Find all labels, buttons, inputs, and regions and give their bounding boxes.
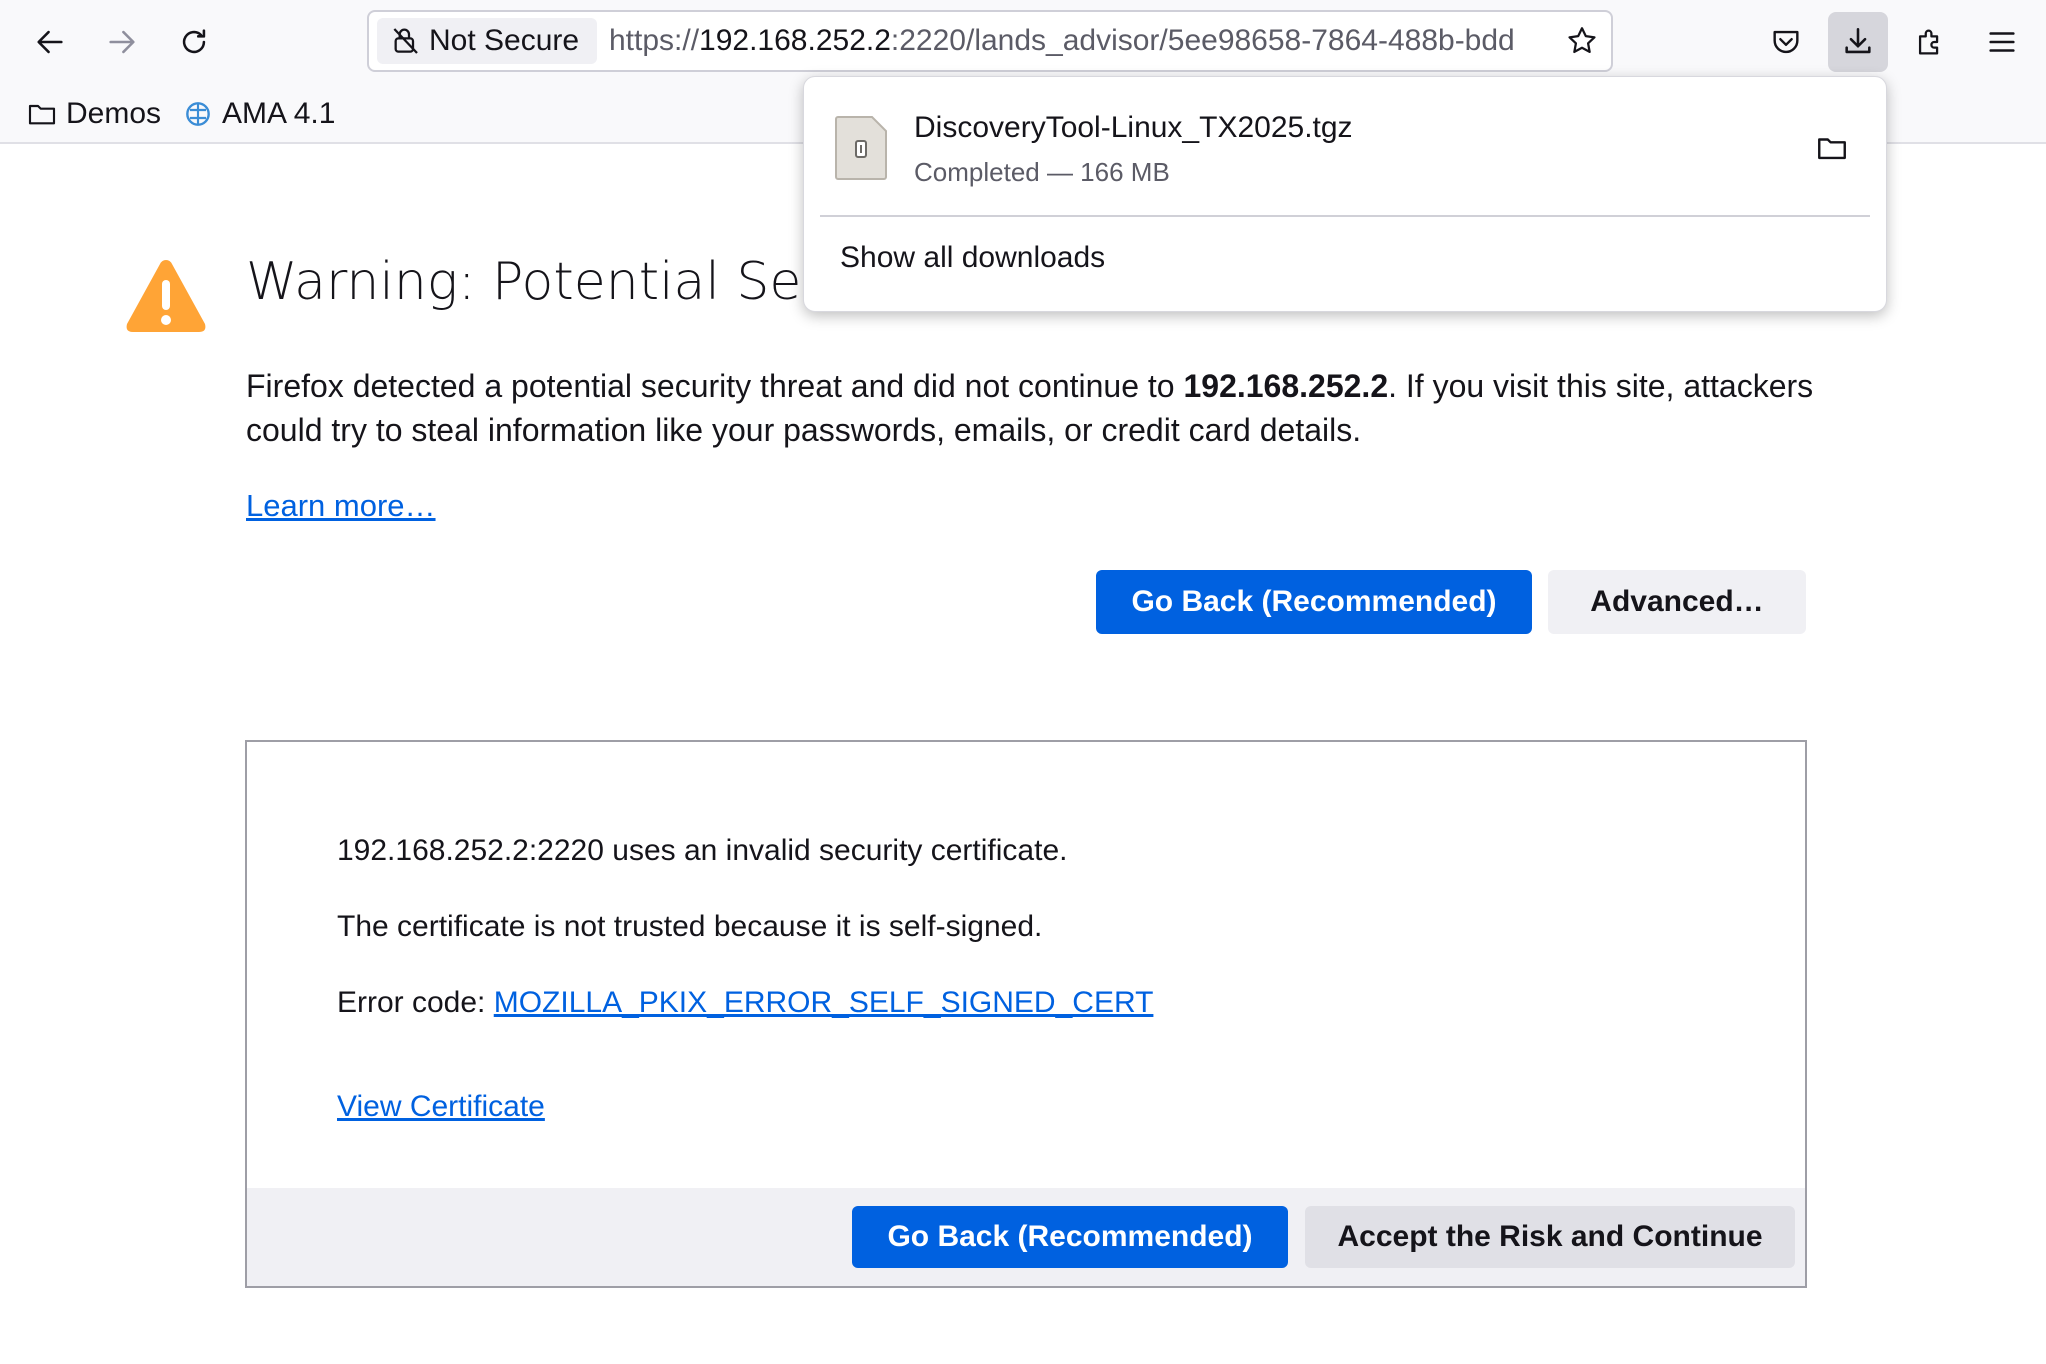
self-signed-text: The certificate is not trusted because i…: [337, 910, 1043, 943]
back-button[interactable]: [20, 12, 80, 72]
extensions-button[interactable]: [1900, 12, 1960, 72]
insecure-lock-icon: [393, 28, 418, 54]
hamburger-menu-icon: [1989, 32, 2015, 52]
warning-icon: [126, 260, 206, 332]
site-identity-button[interactable]: Not Secure: [377, 18, 597, 64]
reload-button[interactable]: [164, 12, 224, 72]
error-code-link[interactable]: MOZILLA_PKIX_ERROR_SELF_SIGNED_CERT: [494, 986, 1154, 1019]
downloads-button[interactable]: [1828, 12, 1888, 72]
error-description: Firefox detected a potential security th…: [246, 364, 1826, 452]
url-scheme: https://: [609, 24, 700, 57]
go-back-button-secondary[interactable]: Go Back (Recommended): [852, 1206, 1288, 1268]
advanced-panel: 192.168.252.2:2220 uses an invalid secur…: [245, 740, 1807, 1288]
bookmark-label: Demos: [66, 97, 162, 130]
download-status: Completed — 166 MB: [914, 157, 1170, 187]
accept-risk-button[interactable]: Accept the Risk and Continue: [1305, 1206, 1795, 1268]
page-title: Warning: Potential Secu: [246, 252, 863, 312]
url-text[interactable]: https://192.168.252.2:2220/lands_advisor…: [609, 12, 1529, 70]
advanced-button[interactable]: Advanced…: [1548, 570, 1806, 634]
url-path: :2220/lands_advisor/5ee98658-7864-488b-b…: [890, 24, 1515, 57]
archive-file-icon: [835, 116, 887, 180]
error-code-label: Error code:: [337, 986, 494, 1019]
panel-separator: [820, 215, 1870, 217]
app-menu-button[interactable]: [1972, 12, 2032, 72]
download-file-name[interactable]: DiscoveryTool-Linux_TX2025.tgz: [914, 111, 1353, 145]
arrow-left-icon: [37, 30, 63, 54]
puzzle-icon: [1918, 29, 1939, 55]
learn-more-link[interactable]: Learn more…: [246, 488, 436, 524]
not-secure-label: Not Secure: [429, 24, 580, 57]
intro-text: Firefox detected a potential security th…: [246, 368, 1184, 404]
error-code-line: Error code: MOZILLA_PKIX_ERROR_SELF_SIGN…: [337, 986, 1153, 1020]
downloads-panel: DiscoveryTool-Linux_TX2025.tgz Completed…: [803, 76, 1887, 312]
folder-icon: [28, 104, 56, 125]
pocket-icon: [1773, 30, 1799, 54]
download-icon: [1845, 27, 1871, 54]
invalid-certificate-text: 192.168.252.2:2220 uses an invalid secur…: [337, 834, 1068, 867]
bookmark-folder-demos[interactable]: Demos: [26, 92, 161, 136]
view-certificate-link[interactable]: View Certificate: [337, 1090, 545, 1124]
bookmark-label: AMA 4.1: [222, 97, 336, 130]
advanced-panel-footer: Go Back (Recommended) Accept the Risk an…: [247, 1188, 1805, 1286]
show-in-folder-icon[interactable]: [1814, 131, 1850, 165]
bookmark-favicon-icon: [186, 102, 210, 126]
navigation-toolbar: Not Secure https://192.168.252.2:2220/la…: [0, 0, 2046, 84]
url-host: 192.168.252.2: [699, 24, 891, 57]
go-back-button[interactable]: Go Back (Recommended): [1096, 570, 1532, 634]
show-all-downloads-button[interactable]: Show all downloads: [840, 241, 1105, 275]
pocket-button[interactable]: [1756, 12, 1816, 72]
intro-host: 192.168.252.2: [1183, 368, 1389, 404]
bookmark-ama[interactable]: AMA 4.1: [182, 92, 335, 136]
bookmark-star-icon[interactable]: [1565, 24, 1599, 58]
forward-button[interactable]: [92, 12, 152, 72]
reload-icon: [182, 29, 206, 54]
arrow-right-icon: [109, 30, 135, 54]
url-bar[interactable]: Not Secure https://192.168.252.2:2220/la…: [367, 10, 1613, 72]
